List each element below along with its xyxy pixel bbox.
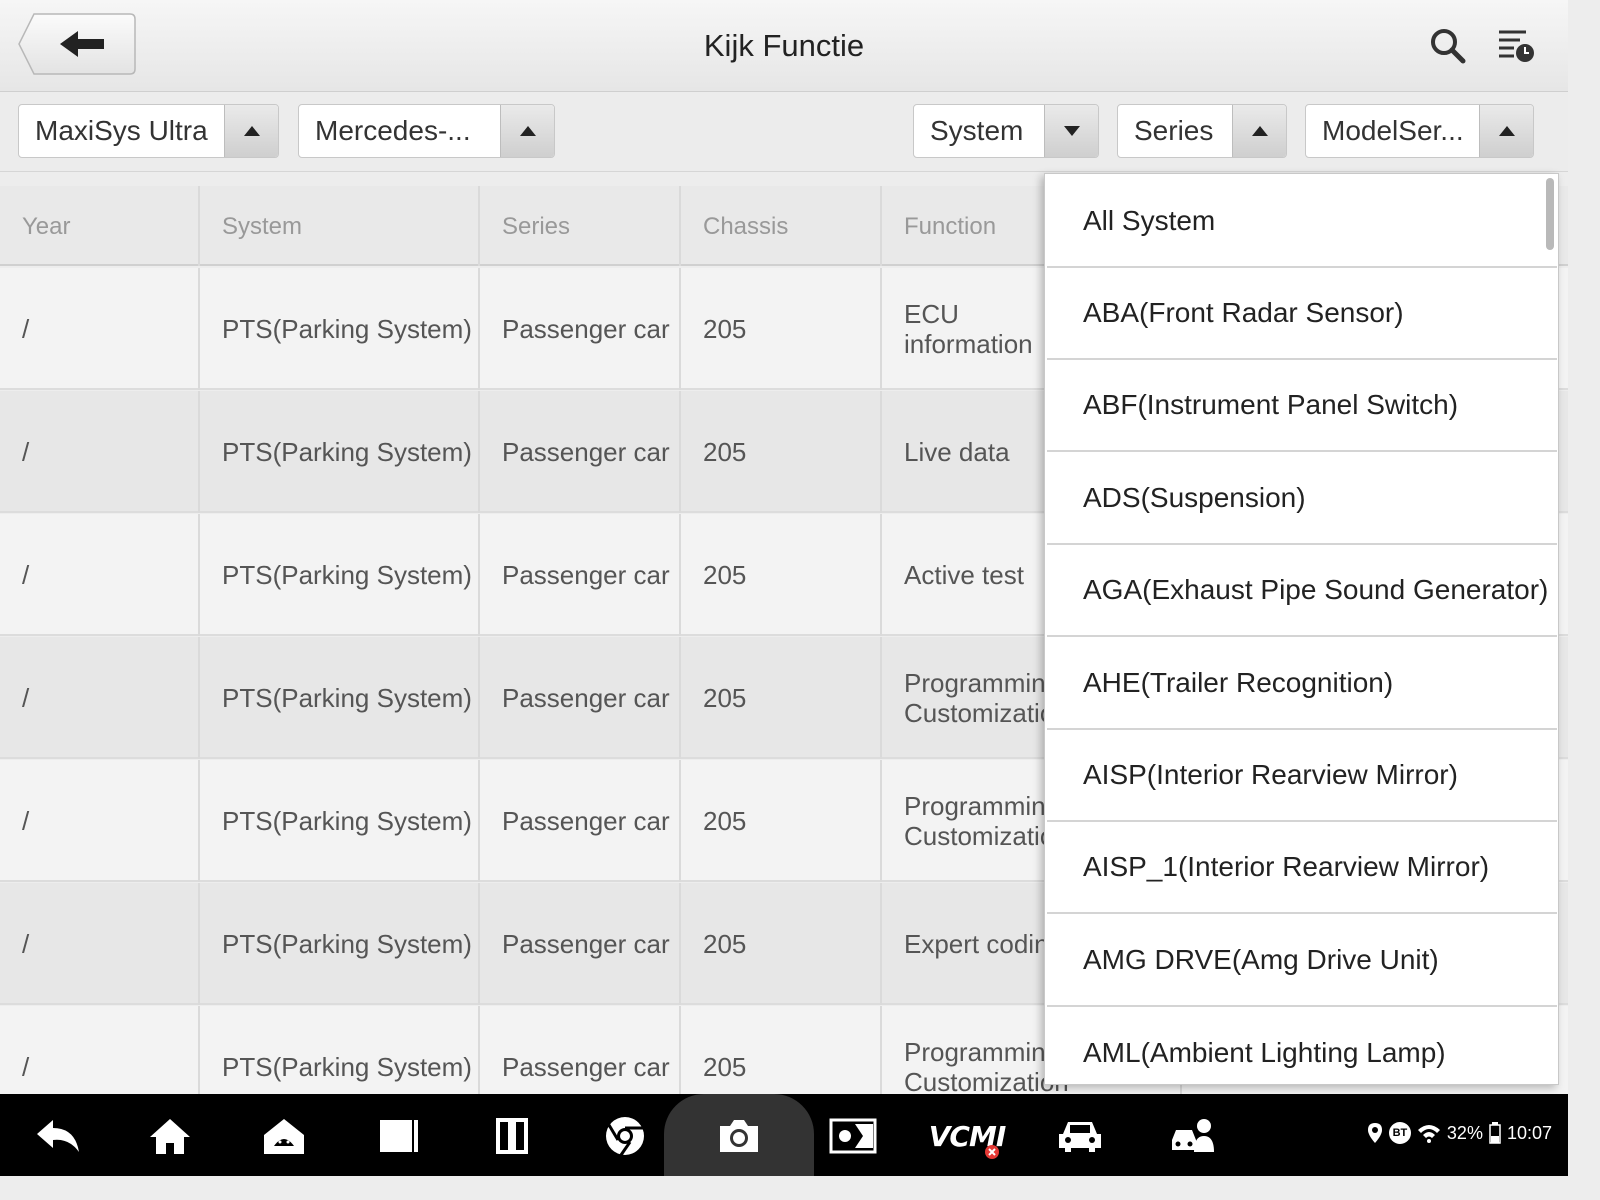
system-dropdown-list[interactable]: All System ABA(Front Radar Sensor) ABF(I… — [1044, 173, 1559, 1085]
cell-series: Passenger car — [480, 391, 681, 513]
system-filter-dropdown[interactable]: System — [913, 104, 1099, 158]
dropdown-option[interactable]: AHE(Trailer Recognition) — [1047, 638, 1557, 730]
series-filter-dropdown[interactable]: Series — [1117, 104, 1287, 158]
cell-year: / — [0, 391, 200, 513]
cell-system: PTS(Parking System) — [200, 268, 480, 390]
cell-system: PTS(Parking System) — [200, 1006, 480, 1094]
dropdown-option[interactable]: AISP_1(Interior Rearview Mirror) — [1047, 822, 1557, 914]
dropdown-option[interactable]: ABA(Front Radar Sensor) — [1047, 268, 1557, 360]
cell-year: / — [0, 268, 200, 390]
cell-chassis: 205 — [681, 268, 882, 390]
dropdown-option[interactable]: All System — [1047, 176, 1557, 268]
remote-support-icon[interactable] — [1170, 1112, 1218, 1160]
dropdown-option[interactable]: ABF(Instrument Panel Switch) — [1047, 360, 1557, 452]
arrow-up-icon[interactable] — [500, 105, 554, 157]
product-filter-dropdown[interactable]: MaxiSys Ultra — [18, 104, 279, 158]
cell-system: PTS(Parking System) — [200, 760, 480, 882]
cell-chassis: 205 — [681, 883, 882, 1005]
dropdown-scrollbar[interactable] — [1546, 178, 1554, 250]
arrow-up-icon[interactable] — [1479, 105, 1533, 157]
cell-chassis: 205 — [681, 514, 882, 636]
bluetooth-icon: BT — [1388, 1122, 1411, 1144]
dropdown-option[interactable]: AGA(Exhaust Pipe Sound Generator) — [1047, 545, 1557, 637]
wifi-icon — [1417, 1125, 1440, 1143]
cell-system: PTS(Parking System) — [200, 391, 480, 513]
cell-system: PTS(Parking System) — [200, 883, 480, 1005]
page-title: Kijk Functie — [703, 28, 865, 63]
cell-chassis: 205 — [681, 391, 882, 513]
dropdown-label: Mercedes-... — [315, 115, 471, 146]
nav-back-icon[interactable] — [34, 1112, 82, 1160]
arrow-down-icon[interactable] — [1044, 105, 1098, 157]
cell-series: Passenger car — [480, 514, 681, 636]
column-header-system: System — [200, 186, 480, 266]
maxisys-home-icon[interactable] — [260, 1112, 308, 1160]
cell-series: Passenger car — [480, 883, 681, 1005]
cell-year: / — [0, 1006, 200, 1094]
dropdown-option[interactable]: AMG DRVE(Amg Drive Unit) — [1047, 915, 1557, 1007]
location-icon — [1367, 1123, 1382, 1143]
column-header-series: Series — [480, 186, 681, 266]
battery-icon — [1489, 1122, 1501, 1144]
column-header-chassis: Chassis — [681, 186, 882, 266]
display-settings-icon[interactable] — [829, 1112, 877, 1160]
cell-year: / — [0, 637, 200, 759]
cell-chassis: 205 — [681, 760, 882, 882]
cell-series: Passenger car — [480, 268, 681, 390]
search-icon[interactable] — [1428, 26, 1468, 66]
arrow-up-icon[interactable] — [224, 105, 278, 157]
vehicle-icon[interactable] — [1056, 1112, 1104, 1160]
dropdown-label: MaxiSys Ultra — [35, 115, 208, 146]
cell-series: Passenger car — [480, 760, 681, 882]
vcm-icon[interactable]: VCMI — [929, 1112, 1006, 1160]
cell-year: / — [0, 760, 200, 882]
chrome-icon[interactable] — [601, 1112, 649, 1160]
bottom-nav-bar: VCMI BT 32% 10:07 — [0, 1094, 1568, 1176]
dropdown-label: System — [930, 115, 1024, 146]
cell-series: Passenger car — [480, 637, 681, 759]
history-list-icon[interactable] — [1496, 26, 1536, 66]
split-screen-icon[interactable] — [488, 1112, 536, 1160]
home-icon[interactable] — [146, 1112, 194, 1160]
arrow-up-icon[interactable] — [1232, 105, 1286, 157]
battery-percentage: 32% — [1446, 1122, 1483, 1143]
cell-year: / — [0, 514, 200, 636]
clock: 10:07 — [1506, 1122, 1552, 1143]
title-bar: Kijk Functie — [0, 0, 1568, 92]
cell-chassis: 205 — [681, 1006, 882, 1094]
cell-system: PTS(Parking System) — [200, 637, 480, 759]
dropdown-option[interactable]: ADS(Suspension) — [1047, 453, 1557, 545]
status-bar: BT 32% 10:07 — [1367, 1122, 1552, 1144]
dropdown-option[interactable]: AISP(Interior Rearview Mirror) — [1047, 730, 1557, 822]
column-header-year: Year — [0, 186, 200, 266]
filter-bar: MaxiSys Ultra Mercedes-... System Series… — [0, 92, 1568, 172]
dropdown-option[interactable]: AML(Ambient Lighting Lamp) — [1047, 1007, 1557, 1084]
dropdown-label: ModelSer... — [1322, 115, 1464, 146]
camera-icon[interactable] — [715, 1112, 763, 1160]
cell-system: PTS(Parking System) — [200, 514, 480, 636]
recent-apps-icon[interactable] — [374, 1112, 422, 1160]
cell-chassis: 205 — [681, 637, 882, 759]
cell-year: / — [0, 883, 200, 1005]
cell-series: Passenger car — [480, 1006, 681, 1094]
brand-filter-dropdown[interactable]: Mercedes-... — [298, 104, 555, 158]
model-series-filter-dropdown[interactable]: ModelSer... — [1305, 104, 1534, 158]
dropdown-label: Series — [1134, 115, 1214, 146]
